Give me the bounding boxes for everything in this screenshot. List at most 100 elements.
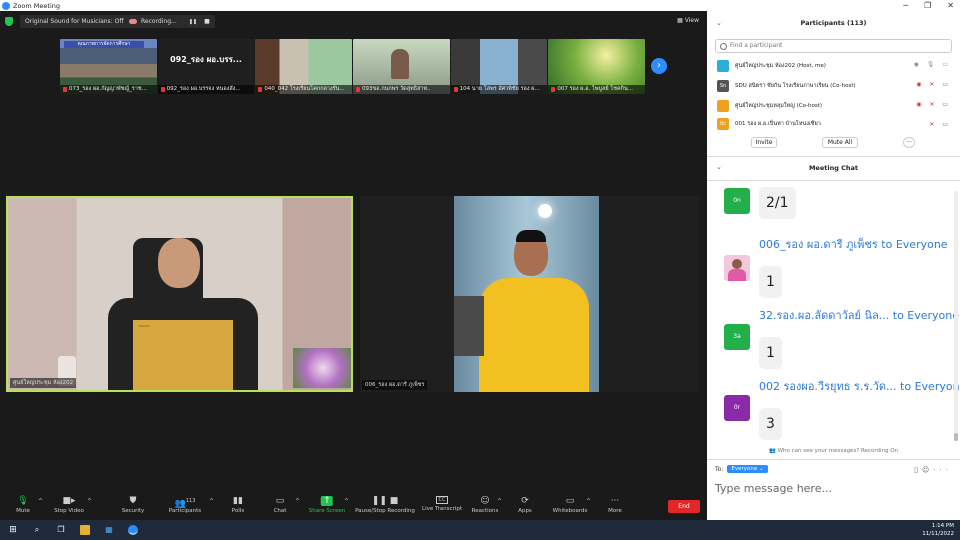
more-dots-icon: ···: [610, 496, 620, 506]
chat-scrollbar[interactable]: [954, 191, 958, 441]
stop-video-button[interactable]: ■▸ Stop Video: [54, 496, 84, 514]
polls-button[interactable]: ▮▮ Polls: [232, 496, 244, 514]
zoom-taskbar-icon[interactable]: [128, 525, 138, 535]
participant-figure: [391, 49, 410, 79]
apps-button[interactable]: ⟳ Apps: [518, 496, 532, 514]
chat-message-text: 3: [759, 408, 782, 440]
chat-message-input[interactable]: Type message here...: [715, 482, 832, 495]
video-camera-icon: ■▸: [62, 496, 76, 506]
participant-avatar: Sn: [717, 80, 729, 92]
panel-divider: [707, 180, 960, 181]
windows-store-icon[interactable]: ▦: [104, 525, 114, 535]
apps-label: Apps: [518, 508, 532, 514]
zoom-logo-icon: [2, 1, 10, 10]
chat-more-icon[interactable]: ···: [933, 466, 952, 474]
share-screen-button[interactable]: ↑ Share Screen: [309, 496, 345, 514]
pause-recording-icon[interactable]: ❚❚: [189, 19, 197, 25]
more-button[interactable]: ··· More: [608, 496, 622, 514]
participant-search-input[interactable]: Find a participant: [715, 39, 952, 53]
chat-recipient: to Everyone: [900, 380, 960, 393]
participants-count: 113: [185, 498, 196, 504]
thumbnail-tile[interactable]: 040_042 โรงเรียนโคกกลางรัน...: [255, 39, 353, 94]
view-grid-icon: ▦: [677, 17, 685, 24]
pause-stop-recording-button[interactable]: ❚❚ ■ Pause/Stop Recording: [355, 496, 415, 514]
thumbnail-headline: 092_รอง ผอ.บรร...: [170, 55, 242, 64]
thumbnail-tile[interactable]: 093ขอ.กนกพร วัดสุทธิสาท..: [353, 39, 450, 94]
background-person: [454, 296, 484, 356]
guest-hair: [516, 230, 546, 242]
participant-name: ศูนย์ใหญ่ประชุม ห้อง202 (Host, me): [735, 63, 826, 69]
pause-stop-recording-label: Pause/Stop Recording: [355, 508, 415, 514]
mute-button[interactable]: 🎙 Mute: [16, 496, 30, 514]
chat-avatar-photo: [724, 255, 750, 281]
whiteboards-caret-icon[interactable]: ^: [586, 498, 591, 505]
thumbnail-tile[interactable]: 092_รอง ผอ.บรร... 092_รอง ผอ.บรรจง หนองส…: [157, 39, 255, 94]
participant-row[interactable]: ศูนย์ใหญ่ประชุม ห้อง202 (Host, me) ◉ 🎙 ▭: [717, 58, 955, 74]
avatar-face: [732, 259, 742, 269]
file-icon[interactable]: ▯: [914, 466, 922, 474]
whiteboards-button[interactable]: ▭ Whiteboards: [553, 496, 588, 514]
stop-recording-icon[interactable]: ■: [204, 18, 210, 25]
cc-icon: CC: [435, 496, 448, 504]
reactions-caret-icon[interactable]: ^: [497, 498, 502, 505]
chat-caret-icon[interactable]: ^: [295, 498, 300, 505]
meeting-topbar: Original Sound for Musicians: Off Record…: [0, 11, 707, 33]
next-page-button[interactable]: ›: [651, 58, 667, 74]
recording-label: Recording...: [141, 18, 177, 25]
search-icon[interactable]: ⌕: [32, 525, 42, 535]
minimize-button[interactable]: ─: [903, 1, 908, 10]
invite-button[interactable]: Invite: [751, 137, 777, 148]
chat-message-text: 2/1: [759, 187, 796, 219]
thumbnail-name: 073_รอง ผอ.กัญญาพัชญ์_ราช...: [60, 85, 157, 94]
participants-button[interactable]: 👥113 Participants: [169, 496, 201, 514]
participant-row[interactable]: 0c 001 รอง ผ.อ.เปิ่นหา บ้านโหน่งเซียว ✕ …: [717, 118, 955, 130]
who-can-see-link[interactable]: 👥 Who can see your messages? Recording O…: [707, 448, 960, 454]
side-panel: ⌄ Participants (113) Find a participant …: [707, 11, 960, 520]
people-icon: 👥: [768, 448, 778, 454]
view-button[interactable]: ▦ View: [677, 17, 699, 24]
chat-title: Meeting Chat: [808, 164, 859, 172]
clock-date: 11/11/2022: [922, 531, 954, 537]
original-sound-toggle[interactable]: Original Sound for Musicians: Off: [20, 15, 129, 28]
pause-stop-icon: ❚❚ ■: [371, 496, 399, 506]
chat-scrollbar-thumb[interactable]: [954, 433, 958, 441]
participant-row[interactable]: ศูนย์ใหญ่ประชุมหลุมใหญ่ (Co-host) ◉ ✕ ▭: [717, 98, 955, 114]
mute-all-button[interactable]: Mute All: [822, 137, 858, 148]
thumbnail-tile[interactable]: คุณภาพการจัดการศึกษา 073_รอง ผอ.กัญญาพัช…: [60, 39, 157, 94]
close-button[interactable]: ✕: [947, 1, 954, 10]
reactions-label: Reactions: [471, 508, 499, 514]
task-view-icon[interactable]: ❐: [56, 525, 66, 535]
emoji-icon[interactable]: ☺: [922, 466, 933, 474]
guest-video-tile[interactable]: 006_รอง ผอ.ดารี ภูเพ็ชร: [360, 196, 699, 392]
more-options-button[interactable]: ···: [903, 137, 915, 148]
share-caret-icon[interactable]: ^: [344, 498, 349, 505]
live-transcript-button[interactable]: CC Live Transcript: [422, 496, 462, 512]
maximize-button[interactable]: ❐: [924, 1, 931, 10]
chat-sender: 32.รอง.ผอ.ลัดดาวัลย์ นิล... to Everyone: [759, 306, 959, 324]
chat-button[interactable]: ▭ Chat: [274, 496, 287, 514]
file-explorer-icon[interactable]: [80, 525, 90, 535]
participants-caret-icon[interactable]: ^: [209, 498, 214, 505]
chat-message-text: 1: [759, 266, 782, 298]
system-clock[interactable]: 1:14 PM 11/11/2022: [922, 522, 954, 538]
participant-name: SDU สนิตรา ชัยกัน โรงเรียนภาษาเรียน (Co-…: [735, 83, 856, 89]
speaker-video-tile[interactable]: ENOVO ศูนย์ใหญ่ประชุม ห้อง202: [6, 196, 353, 392]
reactions-button[interactable]: ☺ Reactions: [472, 496, 499, 514]
thumbnail-tile[interactable]: 104 นาย โสพร อัศวพิชัย รอง ผ...: [450, 39, 548, 94]
polls-bars-icon: ▮▮: [233, 496, 243, 506]
video-options-caret-icon[interactable]: ^: [87, 498, 92, 505]
end-meeting-button[interactable]: End: [668, 500, 700, 513]
audio-options-caret-icon[interactable]: ^: [38, 498, 43, 505]
participant-row[interactable]: Sn SDU สนิตรา ชัยกัน โรงเรียนภาษาเรียน (…: [717, 78, 955, 94]
ceiling-light: [538, 204, 552, 218]
thumbnail-tile[interactable]: 007 รอง ผ.อ. ไพบูลย์ โชคกิน...: [548, 39, 646, 94]
window-titlebar: Zoom Meeting ─ ❐ ✕: [0, 0, 960, 11]
thumbnail-name: 093ขอ.กนกพร วัดสุทธิสาท..: [353, 85, 450, 94]
os-taskbar: ⊞ ⌕ ❐ ▦ 1:14 PM 11/11/2022: [0, 520, 960, 540]
panel-divider: [707, 459, 960, 460]
more-label: More: [608, 508, 622, 514]
windows-start-icon[interactable]: ⊞: [8, 525, 18, 535]
recipient-dropdown[interactable]: Everyone ⌄: [727, 465, 768, 473]
encryption-shield-icon[interactable]: [5, 17, 13, 26]
security-button[interactable]: ⛊ Security: [122, 496, 145, 514]
